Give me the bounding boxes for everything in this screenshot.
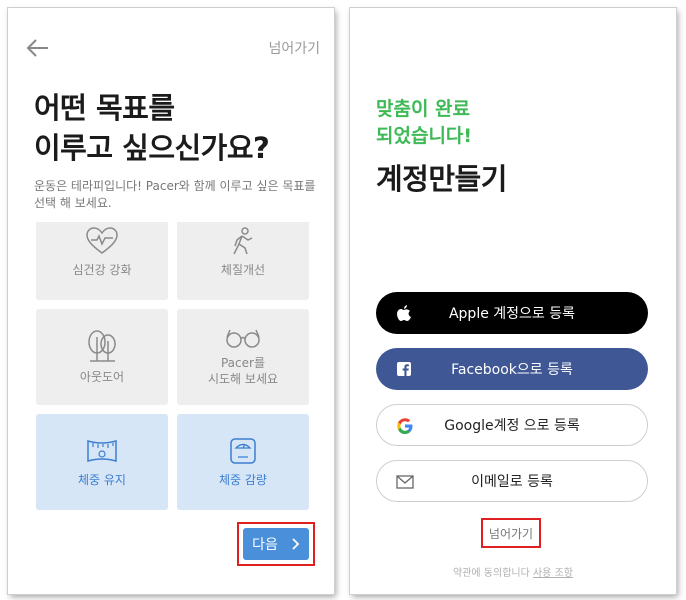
measuring-tape-icon xyxy=(87,440,117,462)
goal-label: 체중 감량 xyxy=(219,473,267,487)
apple-signup-button[interactable]: Apple 계정으로 등록 xyxy=(376,292,648,334)
scale-icon xyxy=(230,438,256,464)
description: 운동은 테라피입니다! Pacer와 함께 이루고 싶은 목표를 선택 해 보세… xyxy=(34,179,316,210)
goal-tile-try-pacer[interactable]: Pacer를 시도해 보세요 xyxy=(177,309,309,405)
page-title: 계정만들기 xyxy=(376,162,507,196)
skip-link[interactable]: 넘어가기 xyxy=(268,38,320,58)
email-signup-button[interactable]: 이메일로 등록 xyxy=(376,460,648,502)
welcome-line-1: 맞춤이 완료 xyxy=(376,98,471,120)
walking-person-icon xyxy=(233,227,253,255)
goal-tile-heart[interactable]: 심건강 강화 xyxy=(36,222,168,300)
goal-tile-outdoor[interactable]: 아웃도어 xyxy=(36,309,168,405)
title-line-1: 어떤 목표를 xyxy=(34,91,175,125)
skip-link-highlight: 넘어가기 xyxy=(481,518,541,548)
facebook-icon xyxy=(397,362,411,376)
glasses-icon xyxy=(226,329,260,348)
goal-selection-screen: 넘어가기 어떤 목표를 이루고 싶으신가요? 운동은 테라피입니다! Pacer… xyxy=(8,8,334,594)
facebook-signup-label: Facebook으로 등록 xyxy=(451,362,573,378)
page-title: 어떤 목표를 이루고 싶으신가요? xyxy=(34,88,270,168)
welcome-line-2: 되었습니다! xyxy=(376,125,473,147)
goal-tile-maintain-weight[interactable]: 체중 유지 xyxy=(36,414,168,510)
title-line-2: 이루고 싶으신가요? xyxy=(34,131,270,165)
goal-label: 체중 유지 xyxy=(78,473,126,487)
apple-signup-label: Apple 계정으로 등록 xyxy=(448,306,576,322)
facebook-signup-button[interactable]: Facebook으로 등록 xyxy=(376,348,648,390)
google-icon xyxy=(397,418,413,434)
google-signup-button[interactable]: Google계정 으로 등록 xyxy=(376,404,648,446)
apple-icon xyxy=(397,305,411,321)
heart-pulse-icon xyxy=(86,227,118,254)
chevron-right-icon xyxy=(292,538,300,550)
goal-tile-body[interactable]: 체질개선 xyxy=(177,222,309,300)
terms-prefix: 약관에 동의합니다 xyxy=(453,568,530,579)
envelope-icon xyxy=(396,475,414,489)
skip-link[interactable]: 넘어가기 xyxy=(489,525,533,542)
goal-label: 체질개선 xyxy=(220,263,266,277)
terms-text: 약관에 동의합니다 사용 조항 xyxy=(350,564,676,579)
back-arrow-icon[interactable] xyxy=(26,38,50,58)
next-button[interactable]: 다음 xyxy=(243,528,309,560)
goal-tile-lose-weight[interactable]: 체중 감량 xyxy=(177,414,309,510)
next-label: 다음 xyxy=(252,537,278,553)
goal-label: 아웃도어 xyxy=(79,370,125,384)
welcome-message: 맞춤이 완료 되었습니다! xyxy=(376,96,472,150)
google-signup-label: Google계정 으로 등록 xyxy=(444,418,580,434)
goal-label: 심건강 강화 xyxy=(72,263,132,277)
terms-link[interactable]: 사용 조항 xyxy=(533,568,573,579)
tree-icon xyxy=(88,330,116,362)
goal-grid: 심건강 강화 체질개선 아웃도어 Pacer를 시도해 보세요 체중 유지 체중… xyxy=(36,222,309,518)
goal-label: Pacer를 시도해 보세요 xyxy=(207,356,279,386)
next-button-highlight: 다음 xyxy=(237,522,315,566)
email-signup-label: 이메일로 등록 xyxy=(471,474,553,490)
create-account-screen: 맞춤이 완료 되었습니다! 계정만들기 Apple 계정으로 등록 Facebo… xyxy=(350,8,676,594)
